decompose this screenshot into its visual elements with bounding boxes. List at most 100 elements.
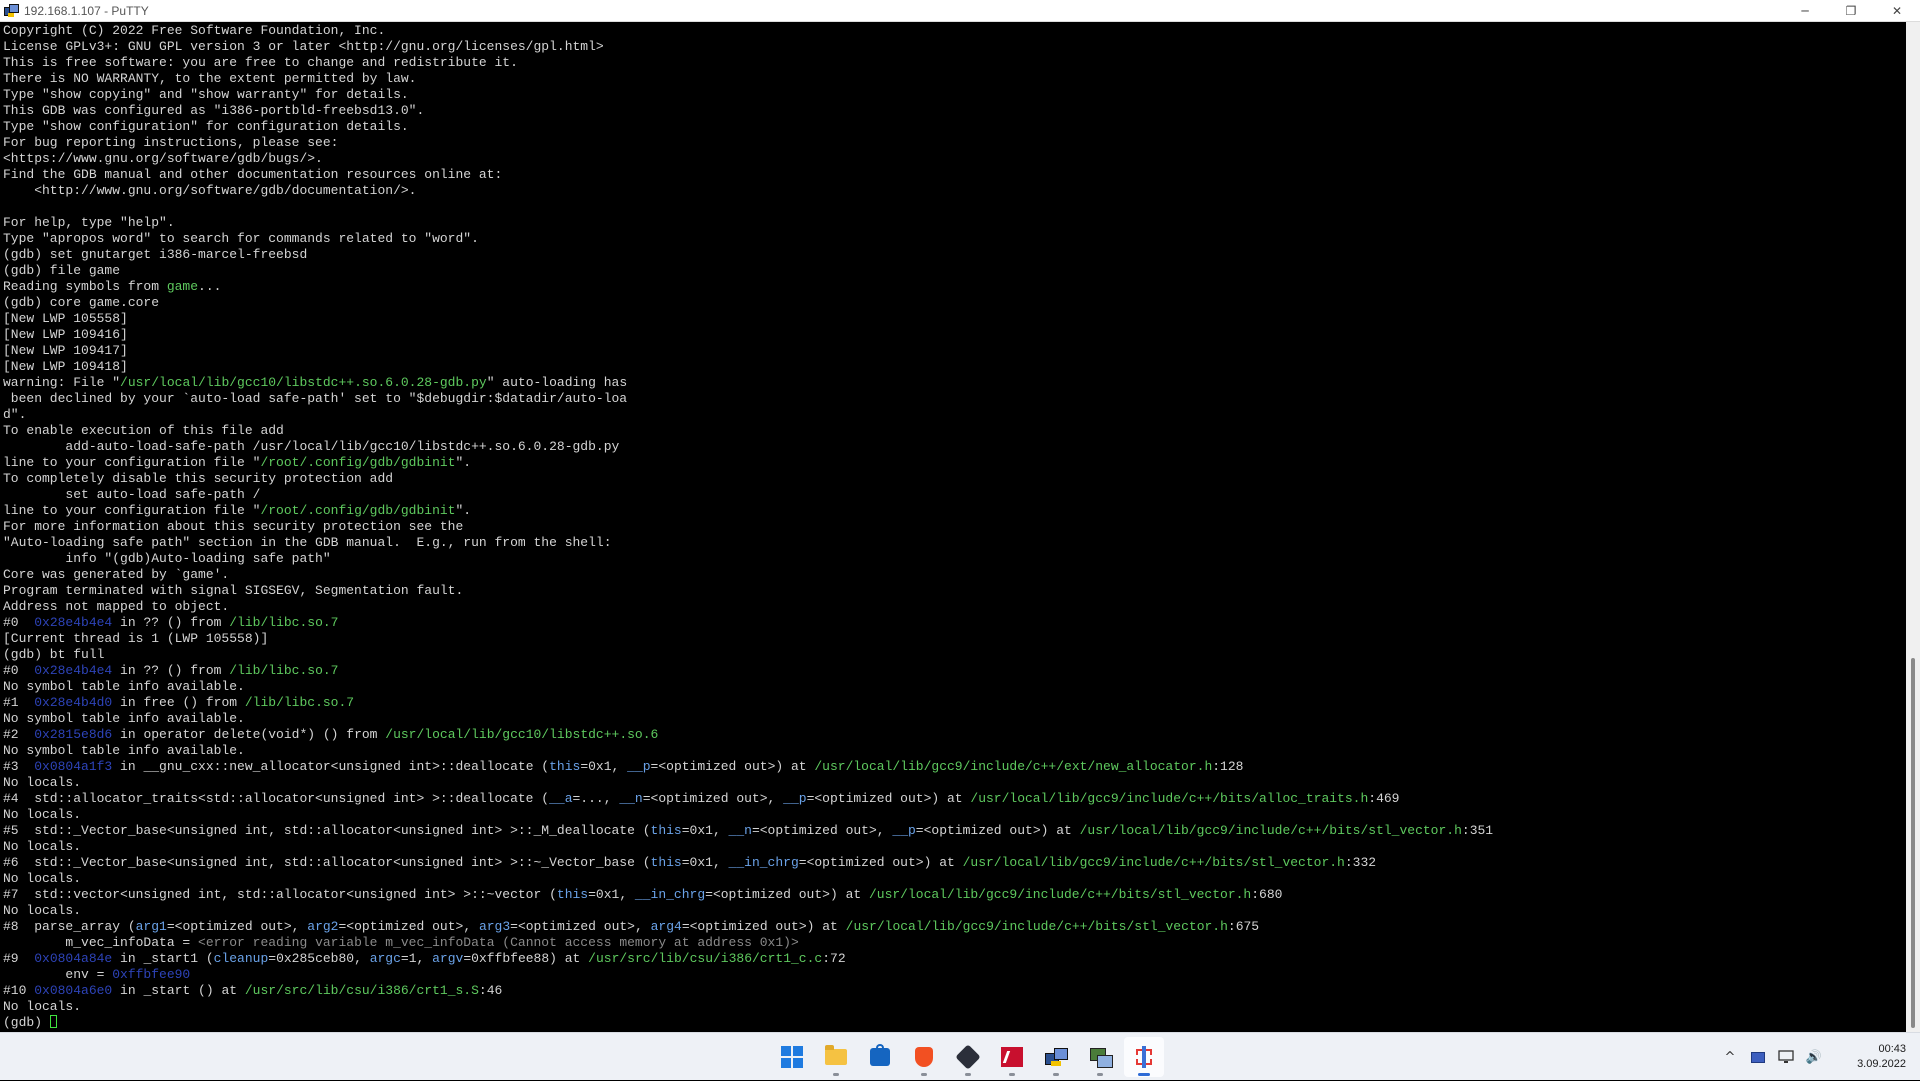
chevron-up-icon[interactable]: ^	[1718, 1045, 1742, 1069]
terminal-text: For help, type "help".	[3, 215, 175, 230]
terminal-line: #3 0x0804a1f3 in __gnu_cxx::new_allocato…	[3, 759, 1906, 775]
terminal-text: /lib/libc.so.7	[229, 615, 339, 630]
terminal-text: #2	[3, 727, 35, 742]
terminal-text: This is free software: you are free to c…	[3, 55, 518, 70]
terminal-line: Find the GDB manual and other documentat…	[3, 167, 1906, 183]
terminal-text: Find the GDB manual and other documentat…	[3, 167, 503, 182]
language-icon[interactable]	[1746, 1045, 1770, 1069]
terminal-line: Type "show configuration" for configurat…	[3, 119, 1906, 135]
taskbar-network-app[interactable]	[1080, 1037, 1120, 1077]
taskbar-microsoft-store[interactable]	[860, 1037, 900, 1077]
terminal-text: No symbol table info available.	[3, 711, 245, 726]
terminal-line: [New LWP 109417]	[3, 343, 1906, 359]
terminal-text: env =	[3, 967, 113, 982]
terminal-text: 0x28e4b4d0	[34, 695, 113, 710]
terminal-text: [Current thread is 1 (LWP 105558)]	[3, 631, 269, 646]
terminal-text: line to your configuration file "	[3, 455, 261, 470]
terminal-line: #0 0x28e4b4e4 in ?? () from /lib/libc.so…	[3, 615, 1906, 631]
terminal-text: 0x0804a1f3	[34, 759, 113, 774]
clock[interactable]: 00:43 3.09.2022	[1834, 1042, 1906, 1072]
terminal-text: <http://www.gnu.org/software/gdb/documen…	[3, 183, 417, 198]
terminal-text: this	[650, 823, 682, 838]
brave-lion-icon	[915, 1047, 933, 1067]
terminal-text: #3	[3, 759, 35, 774]
taskbar-file-explorer[interactable]	[816, 1037, 856, 1077]
taskbar-brave-browser[interactable]	[904, 1037, 944, 1077]
running-indicator	[833, 1073, 839, 1076]
terminal-text: =0xffbfee88) at	[463, 951, 589, 966]
terminal-text: For bug reporting instructions, please s…	[3, 135, 339, 150]
taskbar-putty[interactable]	[1036, 1037, 1076, 1077]
terminal-line: line to your configuration file "/root/.…	[3, 503, 1906, 519]
terminal-text: __a	[549, 791, 573, 806]
terminal-text: 0x2815e8d6	[34, 727, 113, 742]
terminal-text: No locals.	[3, 839, 82, 854]
terminal-line: [New LWP 109416]	[3, 327, 1906, 343]
terminal-text: 0x28e4b4e4	[34, 663, 113, 678]
terminal-line: d".	[3, 407, 1906, 423]
terminal-text: arg3	[478, 919, 511, 934]
terminal-text: Type "show copying" and "show warranty" …	[3, 87, 409, 102]
terminal-text: #6 std::_Vector_base<unsigned int, std::…	[3, 855, 651, 870]
terminal-line: No locals.	[3, 775, 1906, 791]
putty-icon	[4, 3, 19, 18]
terminal-line: No locals.	[3, 871, 1906, 887]
start-button[interactable]	[772, 1037, 812, 1077]
terminal-scrollbar[interactable]	[1906, 22, 1920, 1032]
terminal-text: =0x1,	[588, 887, 635, 902]
scrollbar-thumb[interactable]	[1911, 658, 1915, 1028]
terminal-line: No symbol table info available.	[3, 679, 1906, 695]
terminal-line: #8 parse_array (arg1=<optimized out>, ar…	[3, 919, 1906, 935]
terminal-line: Program terminated with signal SIGSEGV, …	[3, 583, 1906, 599]
terminal-text: (gdb) bt full	[3, 647, 105, 662]
window-titlebar[interactable]: 192.168.1.107 - PuTTY ─ ❐ ✕	[0, 0, 1920, 22]
terminal-line: #6 std::_Vector_base<unsigned int, std::…	[3, 855, 1906, 871]
terminal-line: been declined by your `auto-load safe-pa…	[3, 391, 1906, 407]
terminal-text: add-auto-load-safe-path /usr/local/lib/g…	[3, 439, 620, 454]
terminal-line: No locals.	[3, 903, 1906, 919]
network-icon[interactable]	[1774, 1045, 1798, 1069]
terminal-text: :675	[1227, 919, 1260, 934]
running-indicator	[1138, 1073, 1150, 1076]
terminal-text: __in_chrg	[634, 887, 706, 902]
terminal-text: No locals.	[3, 807, 82, 822]
terminal-text: =<optimized out>,	[338, 919, 479, 934]
terminal-line: No locals.	[3, 807, 1906, 823]
taskbar-red-app[interactable]	[992, 1037, 1032, 1077]
terminal-text: game	[166, 279, 199, 294]
red-square-icon	[1001, 1047, 1023, 1067]
terminal-line: #1 0x28e4b4d0 in free () from /lib/libc.…	[3, 695, 1906, 711]
terminal-line: No locals.	[3, 839, 1906, 855]
terminal-text: 0xffbfee90	[112, 967, 191, 982]
taskbar-virtualbox[interactable]	[948, 1037, 988, 1077]
terminal-text: /lib/libc.so.7	[244, 695, 355, 710]
terminal-text: cleanup	[213, 951, 269, 966]
terminal-line: m_vec_infoData = <error reading variable…	[3, 935, 1906, 951]
minimize-button[interactable]: ─	[1782, 0, 1828, 22]
terminal-text: __n	[619, 791, 643, 806]
terminal-line: To enable execution of this file add	[3, 423, 1906, 439]
terminal-text: #0	[3, 615, 35, 630]
terminal-text: in ?? () from	[112, 615, 230, 630]
terminal-text: 0x28e4b4e4	[34, 615, 113, 630]
terminal-text: This GDB was configured as "i386-portbld…	[3, 103, 425, 118]
terminal-text: For more information about this security…	[3, 519, 464, 534]
maximize-button[interactable]: ❐	[1828, 0, 1874, 22]
terminal-text: __p	[892, 823, 916, 838]
close-button[interactable]: ✕	[1874, 0, 1920, 22]
terminal-text: in operator delete(void*) () from	[112, 727, 386, 742]
terminal-text: ".	[455, 503, 472, 518]
terminal-text: Program terminated with signal SIGSEGV, …	[3, 583, 464, 598]
taskbar-snipping-tool[interactable]	[1124, 1037, 1164, 1077]
terminal-text: (gdb) file game	[3, 263, 121, 278]
terminal-text: =<optimized out>) at	[798, 855, 963, 870]
windows-logo-icon	[781, 1046, 803, 1068]
terminal-cursor	[49, 1015, 57, 1028]
terminal-text: No locals.	[3, 775, 82, 790]
terminal-text: /usr/local/lib/gcc9/include/c++/bits/all…	[970, 791, 1369, 806]
terminal-text: =<optimized out>) at	[915, 823, 1080, 838]
store-bag-icon	[870, 1044, 890, 1066]
taskbar-apps	[770, 1033, 1166, 1081]
terminal-output[interactable]: Copyright (C) 2022 Free Software Foundat…	[0, 22, 1906, 1032]
speaker-icon[interactable]: 🔊	[1802, 1045, 1826, 1069]
